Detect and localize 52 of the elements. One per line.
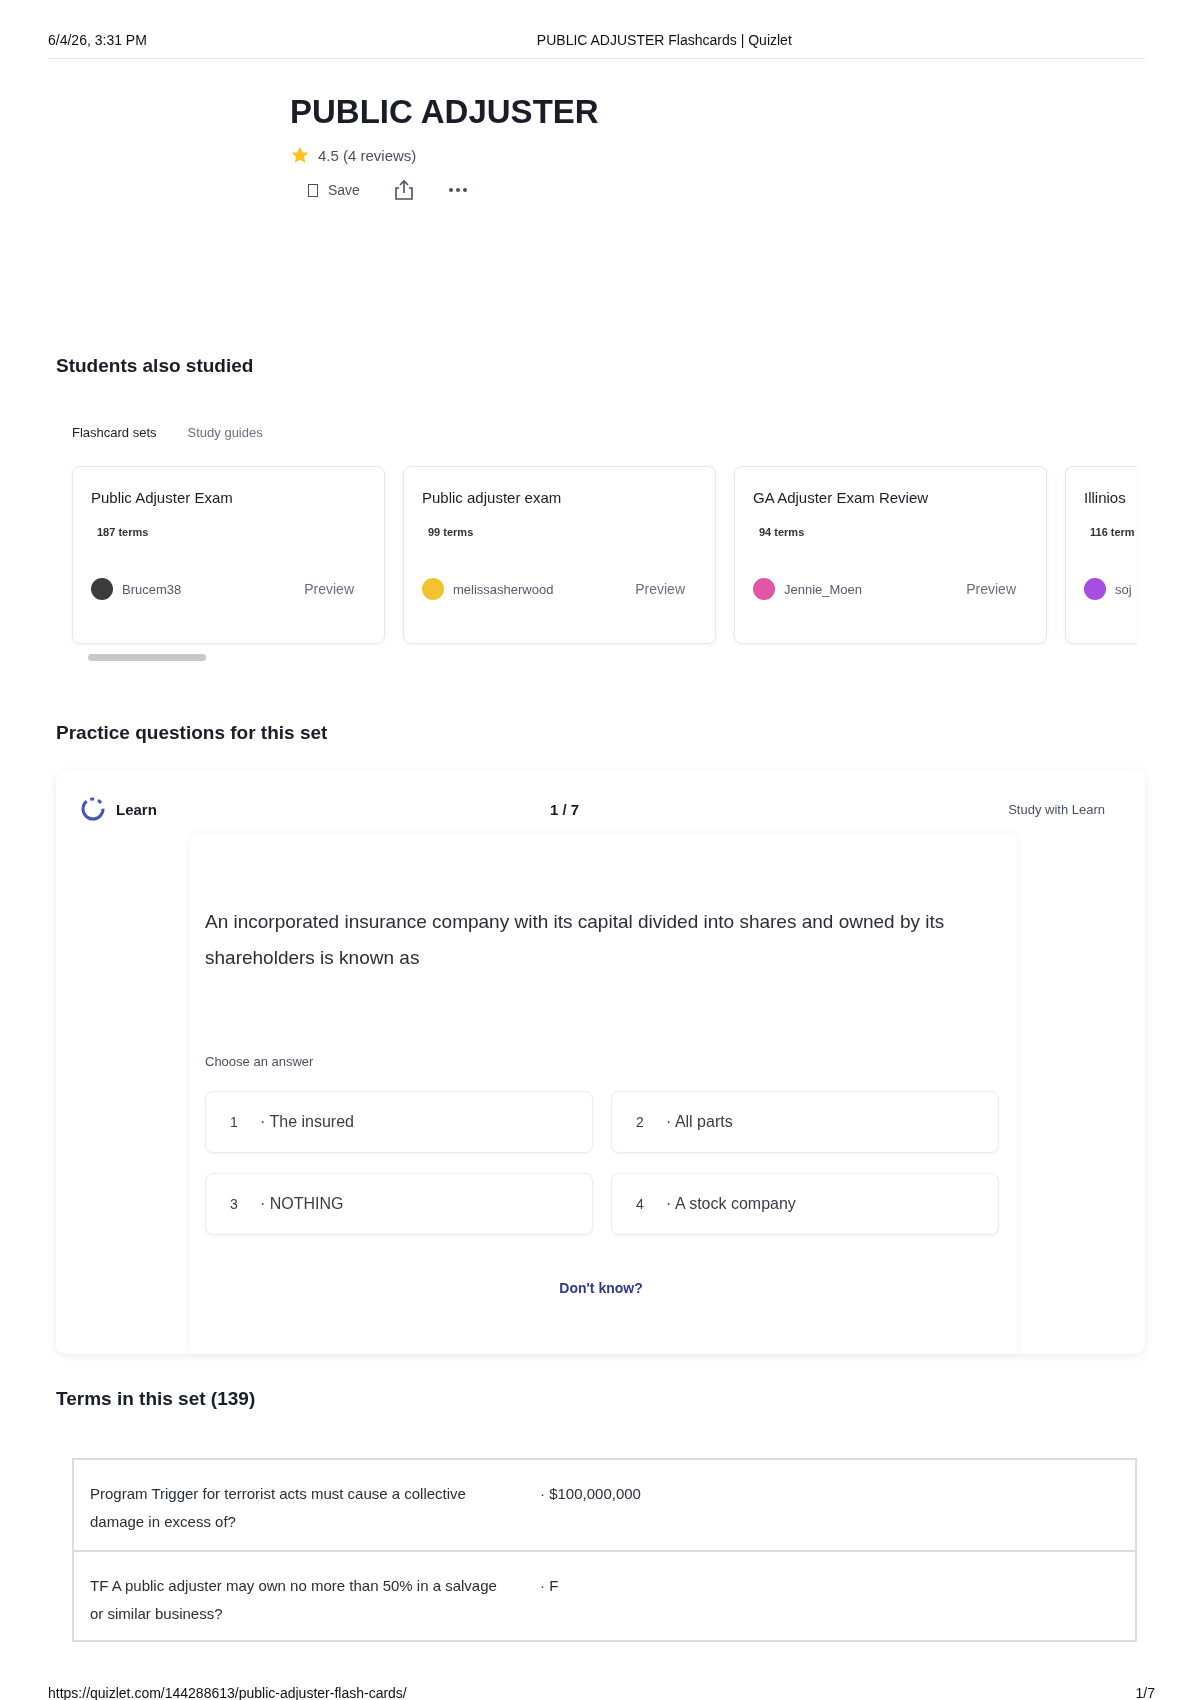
section-heading: Practice questions for this set [56, 722, 329, 744]
share-button[interactable] [393, 179, 414, 201]
page-number: 1/7 [1135, 1685, 1155, 1700]
term-count: 187 terms [97, 526, 150, 538]
page-url: https://quizlet.com/144288613/public-adjuster-flash-cards/ [48, 1685, 407, 1700]
share-icon [393, 179, 414, 201]
author-name: soj [1115, 581, 1132, 597]
answer-prompt: Choose an answer [205, 1054, 315, 1069]
set-title: PUBLIC ADJUSTER [290, 93, 600, 131]
card-title: Illinios [1084, 489, 1127, 506]
study-link[interactable]: Study with Learn [1008, 801, 1105, 817]
progress-ring-icon [80, 795, 106, 823]
preview-button[interactable]: Preview [966, 581, 1016, 597]
preview-button[interactable]: Preview [304, 581, 354, 597]
card-title: GA Adjuster Exam Review [753, 489, 930, 506]
print-date: 6/4/26, 3:31 PM [48, 32, 147, 48]
bookmark-icon [308, 183, 318, 197]
set-card[interactable]: Public Adjuster Exam 187 terms Brucem38 Preview [72, 466, 385, 644]
term-text: TF A public adjuster may own no more than 50% in a salvage or similar business? [90, 1576, 498, 1624]
card-title: Public Adjuster Exam [91, 489, 234, 506]
star-icon [290, 145, 310, 165]
page-title: PUBLIC ADJUSTER Flashcards | Quizlet [536, 32, 792, 48]
dont-know-link[interactable]: Don't know? [553, 1279, 649, 1297]
section-heading: Students also studied [56, 355, 255, 377]
definition-text: · $100,000,000 [540, 1484, 641, 1504]
answer-option[interactable]: 2 · All parts [611, 1091, 999, 1153]
term-count: 99 terms [428, 526, 475, 538]
set-card[interactable]: Public adjuster exam 99 terms melissasherwood Preview [403, 466, 716, 644]
answer-option[interactable]: 4 · A stock company [611, 1173, 999, 1235]
question-counter: 1 / 7 [550, 800, 580, 818]
answer-option[interactable]: 3 · NOTHING [205, 1173, 593, 1235]
set-card[interactable]: GA Adjuster Exam Review 94 terms Jennie_Moen Preview [734, 466, 1047, 644]
more-button[interactable] [447, 187, 468, 193]
more-icon [447, 187, 468, 193]
preview-button[interactable]: Preview [635, 581, 685, 597]
term-count: 116 term [1090, 526, 1136, 538]
answer-option[interactable]: 1 · The insured [205, 1091, 593, 1153]
definition-text: · F [540, 1576, 559, 1596]
author-name: Brucem38 [122, 581, 182, 597]
save-button[interactable]: Save [308, 182, 360, 198]
tab[interactable]: Study guides [187, 425, 263, 440]
card-title: Public adjuster exam [422, 489, 563, 506]
tab[interactable]: Flashcard sets [72, 425, 157, 440]
question-text: An incorporated insurance company with its capital divided into shares and owned by its shareholders is known as [205, 910, 946, 970]
author-name: melissasherwood [453, 581, 554, 597]
term-text: Program Trigger for terrorist acts must cause a collective damage in excess of? [90, 1484, 467, 1532]
author-name: Jennie_Moen [784, 581, 863, 597]
rating-text: 4.5 (4 reviews) [318, 146, 417, 164]
term-count: 94 terms [759, 526, 806, 538]
section-heading: Terms in this set (139) [56, 1388, 257, 1410]
set-card[interactable]: Illinios 116 term soj [1065, 466, 1137, 644]
mode-label: Learn [116, 800, 157, 818]
